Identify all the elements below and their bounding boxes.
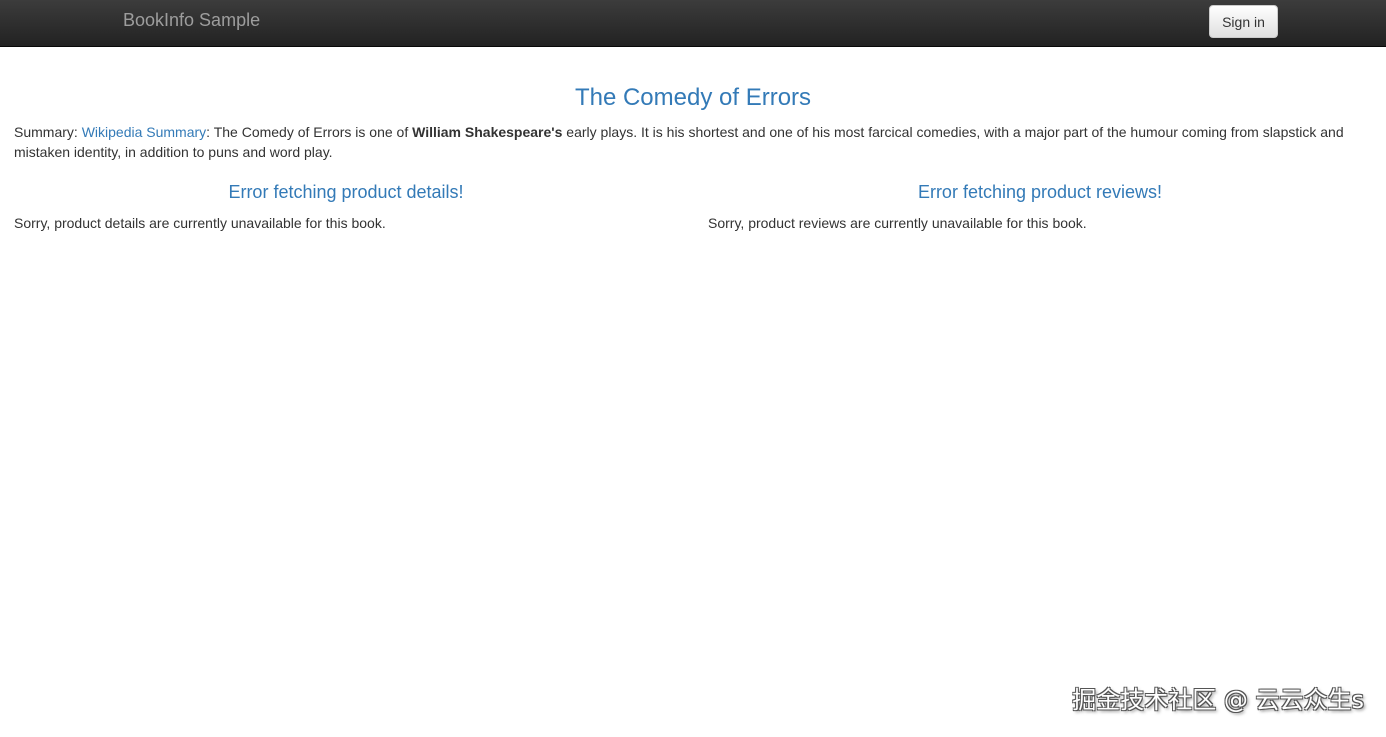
summary-author: William Shakespeare's [412,124,563,140]
product-reviews-section: Error fetching product reviews! Sorry, p… [708,180,1372,233]
summary-text-before: : The Comedy of Errors is one of [206,124,413,140]
top-navbar: BookInfo Sample Sign in [0,0,1386,47]
details-error-message: Sorry, product details are currently una… [14,215,386,231]
sign-in-button[interactable]: Sign in [1209,5,1278,38]
details-error-heading: Error fetching product details! [228,182,464,202]
watermark-text: 掘金技术社区 @ 云云众生s [1072,686,1364,714]
reviews-error-message: Sorry, product reviews are currently una… [708,215,1087,231]
summary-prefix: Summary: [14,124,82,140]
wikipedia-summary-link[interactable]: Wikipedia Summary [82,124,206,140]
product-details-section: Error fetching product details! Sorry, p… [14,180,678,233]
book-summary: Summary: Wikipedia Summary: The Comedy o… [14,122,1374,162]
brand-link[interactable]: BookInfo Sample [123,10,260,30]
reviews-error-heading: Error fetching product reviews! [917,182,1163,202]
book-title: The Comedy of Errors [574,84,812,111]
